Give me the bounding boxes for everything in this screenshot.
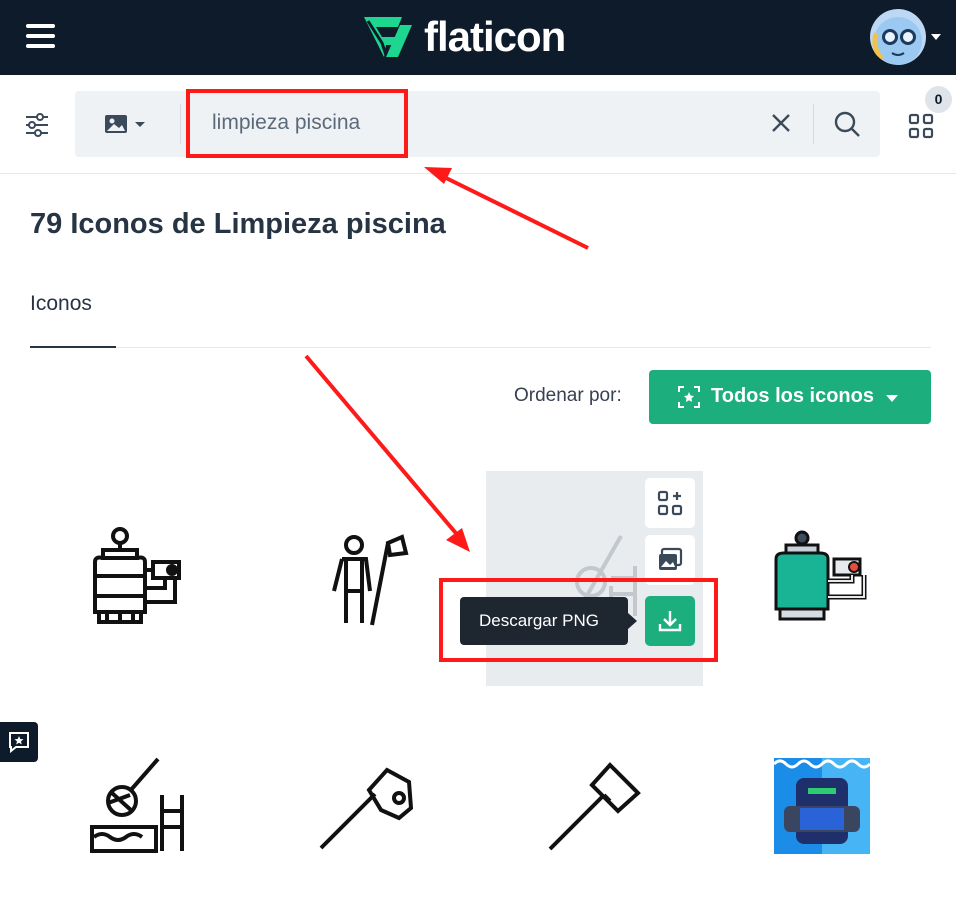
annotation-arrows <box>304 167 589 552</box>
